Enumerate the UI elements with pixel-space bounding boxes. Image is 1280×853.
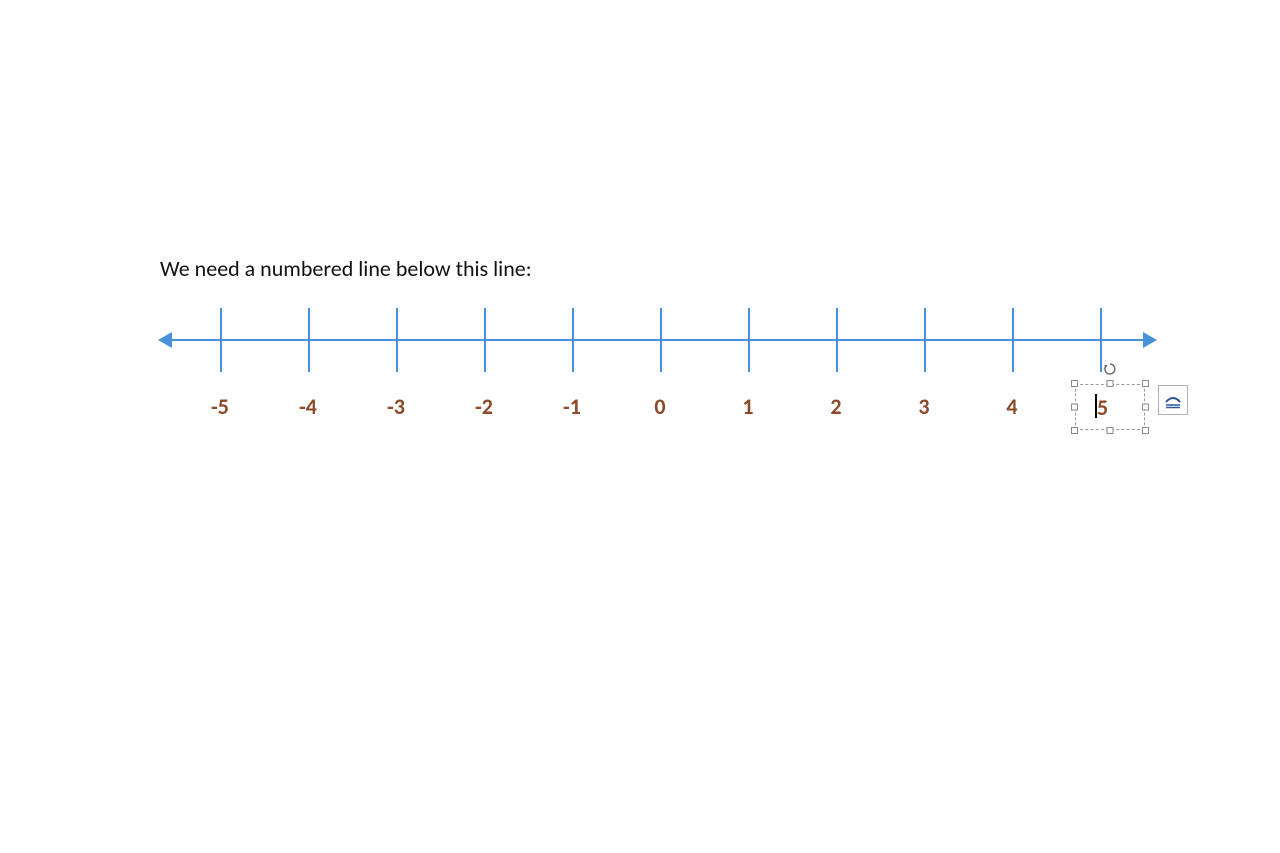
number-line-tick: [660, 308, 662, 372]
number-line-tick: [220, 308, 222, 372]
number-line-label[interactable]: -3: [387, 393, 405, 420]
resize-handle-middle-right[interactable]: [1142, 404, 1149, 411]
number-line-label[interactable]: -1: [563, 393, 581, 420]
layout-options-icon: [1163, 390, 1183, 410]
number-line-label[interactable]: 1: [742, 393, 753, 420]
number-line-labels: -5 -4 -3 -2 -1 0 1 2 3 4: [160, 393, 1155, 423]
number-line-tick: [1012, 308, 1014, 372]
textbox-value[interactable]: 5: [1097, 394, 1108, 421]
resize-handle-bottom-left[interactable]: [1071, 427, 1078, 434]
resize-handle-middle-left[interactable]: [1071, 404, 1078, 411]
number-line-label[interactable]: -5: [211, 393, 229, 420]
number-line-label[interactable]: 4: [1006, 393, 1017, 420]
number-line-tick: [396, 308, 398, 372]
number-line-tick: [748, 308, 750, 372]
number-line-label[interactable]: -4: [299, 393, 317, 420]
resize-handle-bottom-middle[interactable]: [1107, 427, 1114, 434]
number-line-label[interactable]: 0: [654, 393, 665, 420]
arrow-right-icon: [1143, 332, 1157, 348]
number-line-tick: [924, 308, 926, 372]
number-line-tick: [1100, 308, 1102, 372]
number-line-axis: [170, 339, 1145, 341]
number-line-tick: [308, 308, 310, 372]
number-line-label[interactable]: 2: [830, 393, 841, 420]
layout-options-button[interactable]: [1158, 385, 1188, 415]
resize-handle-top-middle[interactable]: [1107, 380, 1114, 387]
arrow-left-icon: [158, 332, 172, 348]
number-line-shape[interactable]: [160, 308, 1155, 372]
document-heading[interactable]: We need a numbered line below this line:: [160, 255, 532, 282]
number-line-tick: [836, 308, 838, 372]
selection-border: [1075, 384, 1145, 430]
resize-handle-bottom-right[interactable]: [1142, 427, 1149, 434]
textbox-selected[interactable]: 5: [1075, 384, 1145, 430]
number-line-tick: [572, 308, 574, 372]
resize-handle-top-left[interactable]: [1071, 380, 1078, 387]
resize-handle-top-right[interactable]: [1142, 380, 1149, 387]
number-line-label[interactable]: -2: [475, 393, 493, 420]
rotation-handle-icon[interactable]: [1103, 362, 1117, 376]
number-line-tick: [484, 308, 486, 372]
number-line-label[interactable]: 3: [918, 393, 929, 420]
